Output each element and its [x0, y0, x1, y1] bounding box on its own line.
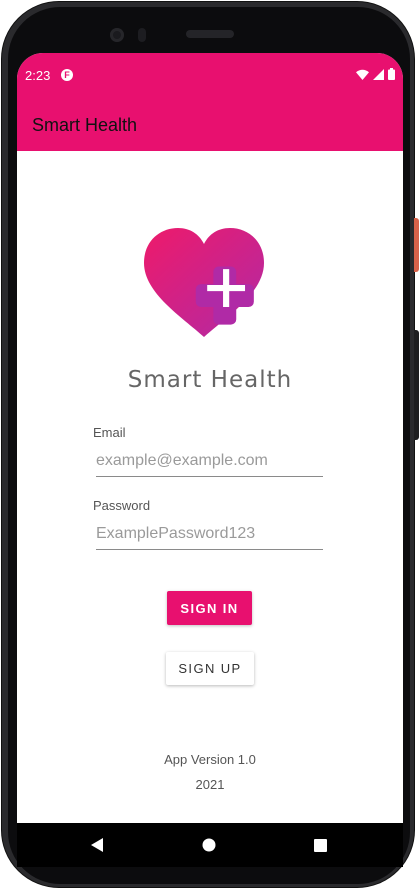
heart-plus-icon	[144, 228, 264, 337]
navigation-bar	[17, 823, 403, 867]
status-icons	[356, 68, 395, 80]
home-icon[interactable]	[200, 837, 218, 853]
earpiece-speaker	[186, 30, 234, 38]
sign-in-button[interactable]: SIGN IN	[167, 591, 252, 625]
app-bar-title: Smart Health	[32, 115, 138, 135]
screen: 2:23 F Smart Health Smart Health Email e…	[17, 53, 403, 823]
front-sensor	[138, 28, 146, 42]
battery-icon	[388, 68, 395, 80]
app-version: App Version 1.0	[164, 752, 256, 767]
wifi-icon	[356, 69, 369, 80]
status-time: 2:23	[25, 68, 51, 83]
volume-button	[414, 330, 419, 440]
sign-up-button[interactable]: SIGN UP	[166, 652, 254, 685]
front-camera	[110, 28, 124, 42]
copyright-year: 2021	[195, 777, 225, 792]
email-label: Email	[93, 425, 126, 440]
signal-icon	[373, 68, 384, 80]
password-field[interactable]	[96, 521, 323, 550]
app-bar: Smart Health	[17, 98, 403, 151]
password-label: Password	[93, 498, 151, 513]
brand-name: Smart Health	[127, 367, 293, 393]
back-icon[interactable]	[89, 837, 107, 853]
email-field[interactable]	[96, 448, 323, 477]
device: 2:23 F Smart Health Smart Health Email e…	[0, 0, 420, 891]
power-button	[414, 218, 419, 272]
recents-icon[interactable]	[311, 837, 329, 853]
status-bar: 2:23 F	[17, 53, 403, 98]
notification-app-icon: F	[61, 69, 73, 81]
